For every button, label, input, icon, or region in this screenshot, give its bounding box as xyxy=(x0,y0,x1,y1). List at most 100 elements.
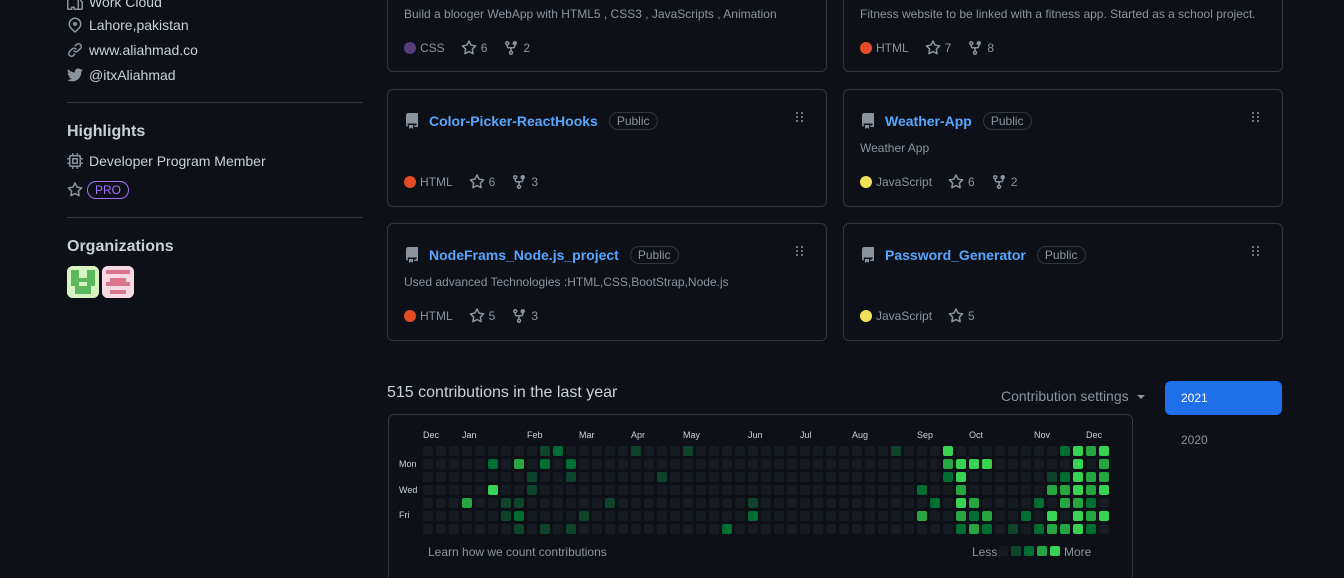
repo-stars[interactable]: 7 xyxy=(925,40,951,56)
contribution-day-cell[interactable] xyxy=(1060,472,1070,482)
contribution-day-cell[interactable] xyxy=(553,446,563,456)
contribution-day-cell[interactable] xyxy=(761,511,771,521)
contribution-day-cell[interactable] xyxy=(423,498,433,508)
contribution-day-cell[interactable] xyxy=(644,485,654,495)
repo-card[interactable]: Fitness website to be linked with a fitn… xyxy=(843,0,1283,72)
contribution-day-cell[interactable] xyxy=(1047,524,1057,534)
contribution-day-cell[interactable] xyxy=(1060,511,1070,521)
contribution-day-cell[interactable] xyxy=(514,472,524,482)
contribution-day-cell[interactable] xyxy=(943,485,953,495)
contribution-day-cell[interactable] xyxy=(683,472,693,482)
contribution-day-cell[interactable] xyxy=(813,498,823,508)
drag-handle-icon[interactable] xyxy=(1252,112,1262,124)
learn-contributions-link[interactable]: Learn how we count contributions xyxy=(428,545,607,559)
contribution-day-cell[interactable] xyxy=(1099,472,1109,482)
contribution-day-cell[interactable] xyxy=(696,446,706,456)
contribution-day-cell[interactable] xyxy=(826,459,836,469)
contribution-day-cell[interactable] xyxy=(631,472,641,482)
contribution-day-cell[interactable] xyxy=(592,459,602,469)
contribution-day-cell[interactable] xyxy=(865,498,875,508)
contribution-day-cell[interactable] xyxy=(1060,485,1070,495)
contribution-day-cell[interactable] xyxy=(605,446,615,456)
contribution-day-cell[interactable] xyxy=(644,459,654,469)
contribution-day-cell[interactable] xyxy=(501,498,511,508)
contribution-day-cell[interactable] xyxy=(1099,511,1109,521)
contribution-day-cell[interactable] xyxy=(592,498,602,508)
contribution-day-cell[interactable] xyxy=(891,524,901,534)
contribution-day-cell[interactable] xyxy=(852,472,862,482)
contribution-day-cell[interactable] xyxy=(735,485,745,495)
contribution-day-cell[interactable] xyxy=(618,524,628,534)
contribution-day-cell[interactable] xyxy=(436,511,446,521)
contribution-day-cell[interactable] xyxy=(813,485,823,495)
contribution-day-cell[interactable] xyxy=(839,511,849,521)
contribution-day-cell[interactable] xyxy=(540,524,550,534)
contribution-day-cell[interactable] xyxy=(813,524,823,534)
contribution-day-cell[interactable] xyxy=(436,459,446,469)
contribution-day-cell[interactable] xyxy=(956,446,966,456)
contribution-day-cell[interactable] xyxy=(800,459,810,469)
repo-card[interactable]: Build a blooger WebApp with HTML5 , CSS3… xyxy=(387,0,827,72)
contribution-day-cell[interactable] xyxy=(787,472,797,482)
contribution-day-cell[interactable] xyxy=(969,446,979,456)
contribution-day-cell[interactable] xyxy=(579,498,589,508)
contribution-day-cell[interactable] xyxy=(1073,511,1083,521)
contribution-day-cell[interactable] xyxy=(449,498,459,508)
contribution-day-cell[interactable] xyxy=(566,511,576,521)
contribution-day-cell[interactable] xyxy=(670,472,680,482)
contribution-day-cell[interactable] xyxy=(449,459,459,469)
contribution-day-cell[interactable] xyxy=(657,459,667,469)
contribution-day-cell[interactable] xyxy=(709,485,719,495)
contribution-day-cell[interactable] xyxy=(683,511,693,521)
contribution-day-cell[interactable] xyxy=(605,498,615,508)
contribution-day-cell[interactable] xyxy=(878,446,888,456)
contribution-day-cell[interactable] xyxy=(943,524,953,534)
contribution-day-cell[interactable] xyxy=(527,511,537,521)
repo-forks[interactable]: 3 xyxy=(511,174,538,190)
contribution-day-cell[interactable] xyxy=(1008,524,1018,534)
contribution-day-cell[interactable] xyxy=(956,459,966,469)
contribution-day-cell[interactable] xyxy=(644,498,654,508)
contribution-day-cell[interactable] xyxy=(553,511,563,521)
contribution-day-cell[interactable] xyxy=(670,524,680,534)
contribution-day-cell[interactable] xyxy=(761,446,771,456)
contribution-day-cell[interactable] xyxy=(423,524,433,534)
drag-handle-icon[interactable] xyxy=(796,112,806,124)
contribution-day-cell[interactable] xyxy=(904,472,914,482)
contribution-day-cell[interactable] xyxy=(722,472,732,482)
contribution-day-cell[interactable] xyxy=(501,446,511,456)
contribution-day-cell[interactable] xyxy=(969,511,979,521)
contribution-day-cell[interactable] xyxy=(592,472,602,482)
contribution-day-cell[interactable] xyxy=(774,524,784,534)
contribution-day-cell[interactable] xyxy=(826,524,836,534)
contribution-day-cell[interactable] xyxy=(488,472,498,482)
contribution-day-cell[interactable] xyxy=(943,459,953,469)
contribution-day-cell[interactable] xyxy=(579,459,589,469)
contribution-day-cell[interactable] xyxy=(1034,446,1044,456)
contribution-day-cell[interactable] xyxy=(540,446,550,456)
contribution-day-cell[interactable] xyxy=(930,485,940,495)
contribution-day-cell[interactable] xyxy=(696,511,706,521)
contribution-day-cell[interactable] xyxy=(930,472,940,482)
contribution-day-cell[interactable] xyxy=(618,498,628,508)
contribution-day-cell[interactable] xyxy=(930,511,940,521)
contribution-day-cell[interactable] xyxy=(787,524,797,534)
contribution-day-cell[interactable] xyxy=(436,485,446,495)
contribution-day-cell[interactable] xyxy=(566,485,576,495)
contribution-day-cell[interactable] xyxy=(904,498,914,508)
contribution-day-cell[interactable] xyxy=(1008,485,1018,495)
contribution-day-cell[interactable] xyxy=(956,498,966,508)
contribution-day-cell[interactable] xyxy=(1047,485,1057,495)
contribution-day-cell[interactable] xyxy=(1034,472,1044,482)
contribution-day-cell[interactable] xyxy=(553,472,563,482)
contribution-day-cell[interactable] xyxy=(1034,524,1044,534)
repo-stars[interactable]: 6 xyxy=(948,174,975,190)
contribution-day-cell[interactable] xyxy=(449,485,459,495)
contribution-day-cell[interactable] xyxy=(917,524,927,534)
contribution-day-cell[interactable] xyxy=(878,524,888,534)
contribution-day-cell[interactable] xyxy=(800,446,810,456)
contribution-day-cell[interactable] xyxy=(709,511,719,521)
contribution-day-cell[interactable] xyxy=(683,459,693,469)
contribution-day-cell[interactable] xyxy=(722,498,732,508)
contribution-day-cell[interactable] xyxy=(1060,498,1070,508)
